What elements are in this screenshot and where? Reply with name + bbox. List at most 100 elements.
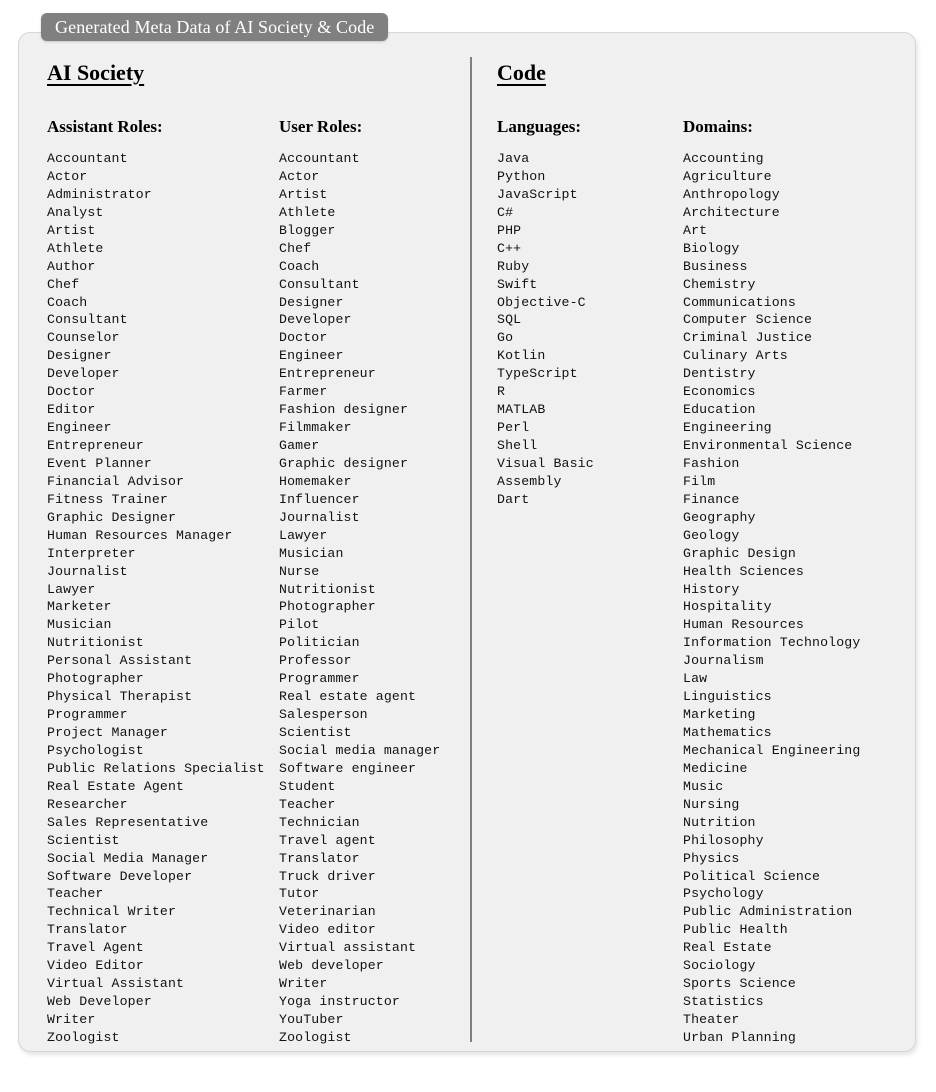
assistant-roles-list: Accountant Actor Administrator Analyst Artis… [47, 150, 279, 1047]
list-item: Travel Agent [47, 940, 144, 956]
list-item: Environmental Science [683, 438, 853, 453]
list-item: Web Developer [47, 994, 152, 1010]
list-item: Biology [683, 240, 740, 256]
list-item: Real estate agent [279, 689, 417, 705]
domains-list: Accounting Agriculture Anthropology Archite… [683, 150, 897, 1047]
list-item: Politician [279, 635, 360, 651]
list-item: Graphic Design [683, 545, 796, 561]
list-item: Sales Representative [47, 814, 209, 830]
list-item: Influencer [279, 491, 360, 507]
list-item: Fitness Trainer [47, 491, 168, 507]
list-item: Political Science [683, 868, 821, 884]
list-item: Video Editor [47, 958, 144, 974]
list-item: Criminal Justice [683, 330, 813, 346]
list-item: C# [497, 204, 514, 220]
list-item: Economics [683, 384, 756, 400]
figure-title-banner: Generated Meta Data of AI Society & Code [41, 13, 389, 41]
list-item: Linguistics [683, 689, 772, 705]
list-item: Artist [47, 222, 96, 238]
list-item: Graphic designer [279, 455, 409, 471]
list-item: Journalism [683, 653, 764, 669]
list-item: Filmmaker [279, 420, 352, 436]
section-heading-ai-society: AI Society [47, 60, 145, 85]
list-item: Farmer [279, 384, 328, 400]
list-item: Doctor [279, 330, 328, 346]
list-item: Ruby [497, 258, 530, 274]
list-item: Web developer [279, 958, 384, 974]
list-item: Psychology [683, 886, 764, 902]
list-item: Nutrition [683, 814, 756, 830]
list-item: Lawyer [47, 581, 96, 597]
list-item: Photographer [47, 671, 144, 687]
list-item: Engineer [279, 348, 344, 364]
list-item: Swift [497, 276, 538, 292]
list-item: Chef [47, 276, 80, 292]
list-item: MATLAB [497, 402, 546, 418]
list-item: Education [683, 402, 756, 418]
list-item: Tutor [279, 886, 320, 902]
list-item: Anthropology [683, 186, 780, 202]
list-item: Doctor [47, 384, 96, 400]
figure-title-label: Generated Meta Data of AI Society & Code [55, 16, 375, 37]
list-item: Actor [279, 168, 320, 184]
list-item: Urban Planning [683, 1029, 796, 1045]
list-item: Nurse [279, 563, 320, 579]
list-item: SQL [497, 312, 522, 328]
list-item: Public Administration [683, 904, 853, 920]
list-item: Scientist [47, 832, 120, 848]
list-item: Physical Therapist [47, 689, 193, 705]
section-divider [470, 57, 472, 1042]
list-item: Finance [683, 491, 740, 507]
list-item: Writer [47, 1012, 96, 1027]
list-item: Programmer [47, 707, 128, 723]
list-item: Blogger [279, 222, 336, 238]
list-item: Video editor [279, 922, 376, 938]
column-assistant-roles: Assistant Roles: Accountant Actor Administ… [47, 117, 279, 1047]
list-item: Athlete [279, 204, 336, 220]
list-item: Entrepreneur [47, 438, 144, 453]
list-item: Salesperson [279, 707, 368, 723]
list-item: Computer Science [683, 312, 813, 328]
list-item: Musician [279, 545, 344, 561]
section-ai-society: AI Society Assistant Roles: Accountant Ac… [47, 60, 457, 1047]
list-item: Translator [47, 922, 128, 938]
list-item: Social media manager [279, 742, 441, 758]
list-item: Python [497, 168, 546, 184]
list-item: Musician [47, 617, 112, 633]
list-item: Marketer [47, 599, 112, 615]
list-item: Actor [47, 168, 88, 184]
list-item: Human Resources Manager [47, 527, 233, 543]
list-item: Accountant [279, 151, 360, 166]
list-item: Social Media Manager [47, 850, 209, 866]
list-item: Communications [683, 294, 796, 310]
list-item: Nutritionist [47, 635, 144, 651]
list-item: TypeScript [497, 366, 578, 382]
list-item: Homemaker [279, 473, 352, 489]
user-roles-list: Accountant Actor Artist Athlete Blogger Chef C… [279, 150, 457, 1047]
list-item: Mechanical Engineering [683, 742, 861, 758]
list-item: Designer [279, 294, 344, 310]
list-item: Designer [47, 348, 112, 364]
list-item: Event Planner [47, 455, 152, 471]
list-item: Analyst [47, 204, 104, 220]
list-item: Art [683, 222, 708, 238]
list-item: Engineering [683, 420, 772, 436]
list-item: Developer [279, 312, 352, 328]
list-item: Music [683, 778, 724, 794]
list-item: Mathematics [683, 725, 772, 740]
list-item: Assembly [497, 473, 562, 489]
list-item: Consultant [279, 276, 360, 292]
list-item: Administrator [47, 186, 152, 202]
list-item: Statistics [683, 994, 764, 1010]
list-item: Kotlin [497, 348, 546, 364]
list-item: Architecture [683, 204, 780, 220]
list-item: Nursing [683, 796, 740, 812]
list-item: Programmer [279, 671, 360, 687]
list-item: Coach [47, 294, 88, 310]
list-item: Theater [683, 1012, 740, 1027]
list-item: Real Estate Agent [47, 778, 185, 794]
list-item: Business [683, 258, 748, 274]
list-item: Go [497, 330, 514, 346]
list-item: Real Estate [683, 940, 772, 956]
list-item: Gamer [279, 438, 320, 453]
